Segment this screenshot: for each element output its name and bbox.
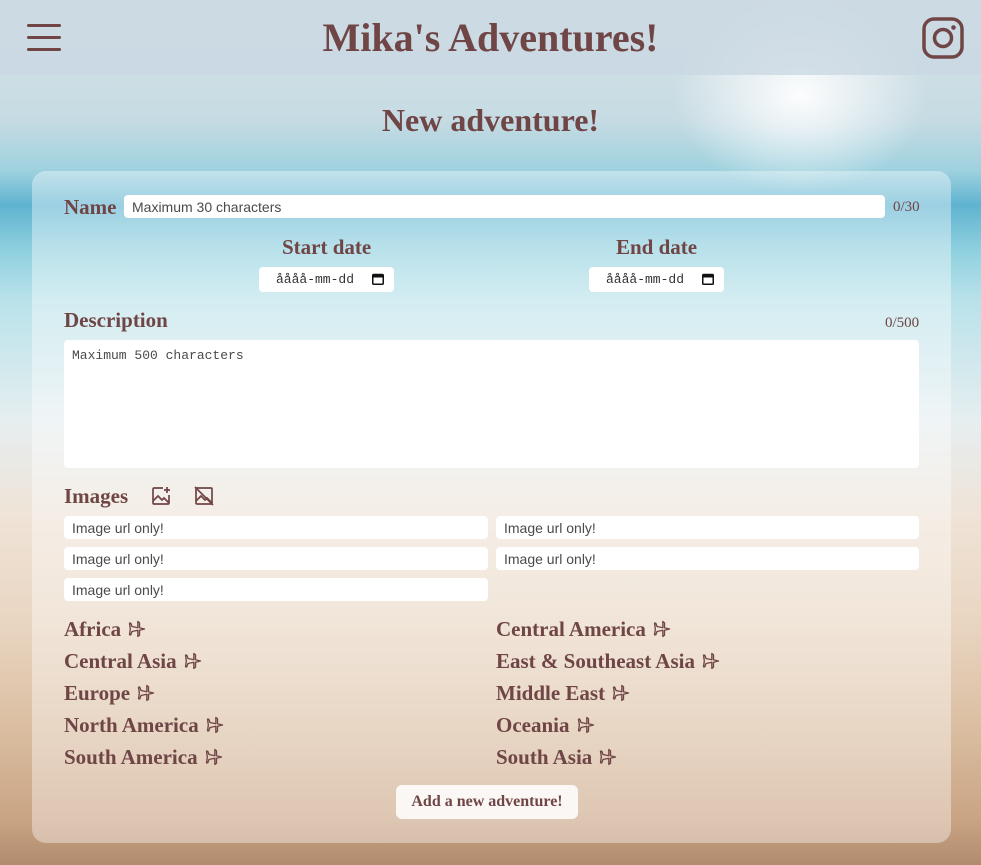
image-url-input[interactable] (64, 547, 488, 570)
airplane-icon (653, 620, 671, 638)
end-date-label: End date (616, 235, 698, 259)
airplane-icon (206, 716, 223, 734)
add-image-icon[interactable] (151, 486, 171, 506)
airplane-icon (205, 748, 222, 766)
airplane-icon (577, 716, 594, 734)
site-header: Mika's Adventures! (0, 0, 981, 75)
new-adventure-form: Name 0/30 Start date åååå-mm-dd End date… (32, 171, 951, 843)
images-label: Images (64, 484, 129, 508)
airplane-icon (702, 652, 720, 670)
region-south-america[interactable]: South America (64, 744, 224, 770)
region-central-asia[interactable]: Central Asia (64, 648, 203, 674)
airplane-icon (137, 684, 155, 702)
description-char-counter: 0/500 (885, 315, 920, 331)
name-char-counter: 0/30 (893, 199, 920, 215)
remove-image-icon[interactable] (194, 486, 214, 506)
end-date-value: åååå-mm-dd (606, 272, 685, 287)
airplane-icon (128, 620, 146, 638)
image-url-input[interactable] (496, 516, 919, 539)
start-date-value: åååå-mm-dd (276, 272, 355, 287)
region-east-southeast-asia[interactable]: East & Southeast Asia (496, 648, 721, 674)
region-label: North America (64, 713, 199, 737)
airplane-icon (612, 684, 630, 702)
airplane-icon (600, 748, 617, 766)
add-adventure-button[interactable]: Add a new adventure! (396, 785, 578, 819)
image-url-input[interactable] (496, 547, 919, 570)
image-url-input[interactable] (64, 578, 488, 601)
image-url-input[interactable] (64, 516, 488, 539)
region-africa[interactable]: Africa (64, 616, 147, 642)
description-textarea[interactable] (64, 340, 919, 468)
name-label: Name (64, 195, 117, 219)
site-title: Mika's Adventures! (322, 15, 659, 60)
instagram-icon[interactable] (922, 17, 964, 59)
region-label: Oceania (496, 713, 570, 737)
region-oceania[interactable]: Oceania (496, 712, 596, 738)
region-europe[interactable]: Europe (64, 680, 156, 706)
region-label: South America (64, 745, 198, 769)
start-date-label: Start date (282, 235, 372, 259)
region-label: Central America (496, 617, 646, 641)
region-north-america[interactable]: North America (64, 712, 225, 738)
region-label: South Asia (496, 745, 593, 769)
calendar-icon[interactable] (702, 273, 714, 285)
region-label: East & Southeast Asia (496, 649, 695, 673)
page-heading: New adventure! (381, 102, 600, 138)
airplane-icon (184, 652, 201, 670)
calendar-icon[interactable] (372, 273, 384, 285)
region-label: Central Asia (64, 649, 177, 673)
region-middle-east[interactable]: Middle East (496, 680, 631, 706)
region-south-asia[interactable]: South Asia (496, 744, 618, 770)
region-label: Africa (64, 617, 122, 641)
name-input[interactable] (124, 195, 885, 218)
end-date-input[interactable]: åååå-mm-dd (589, 267, 724, 292)
region-label: Europe (64, 681, 131, 705)
description-label: Description (64, 308, 168, 332)
start-date-input[interactable]: åååå-mm-dd (259, 267, 394, 292)
region-central-america[interactable]: Central America (496, 616, 672, 642)
region-label: Middle East (496, 681, 606, 705)
